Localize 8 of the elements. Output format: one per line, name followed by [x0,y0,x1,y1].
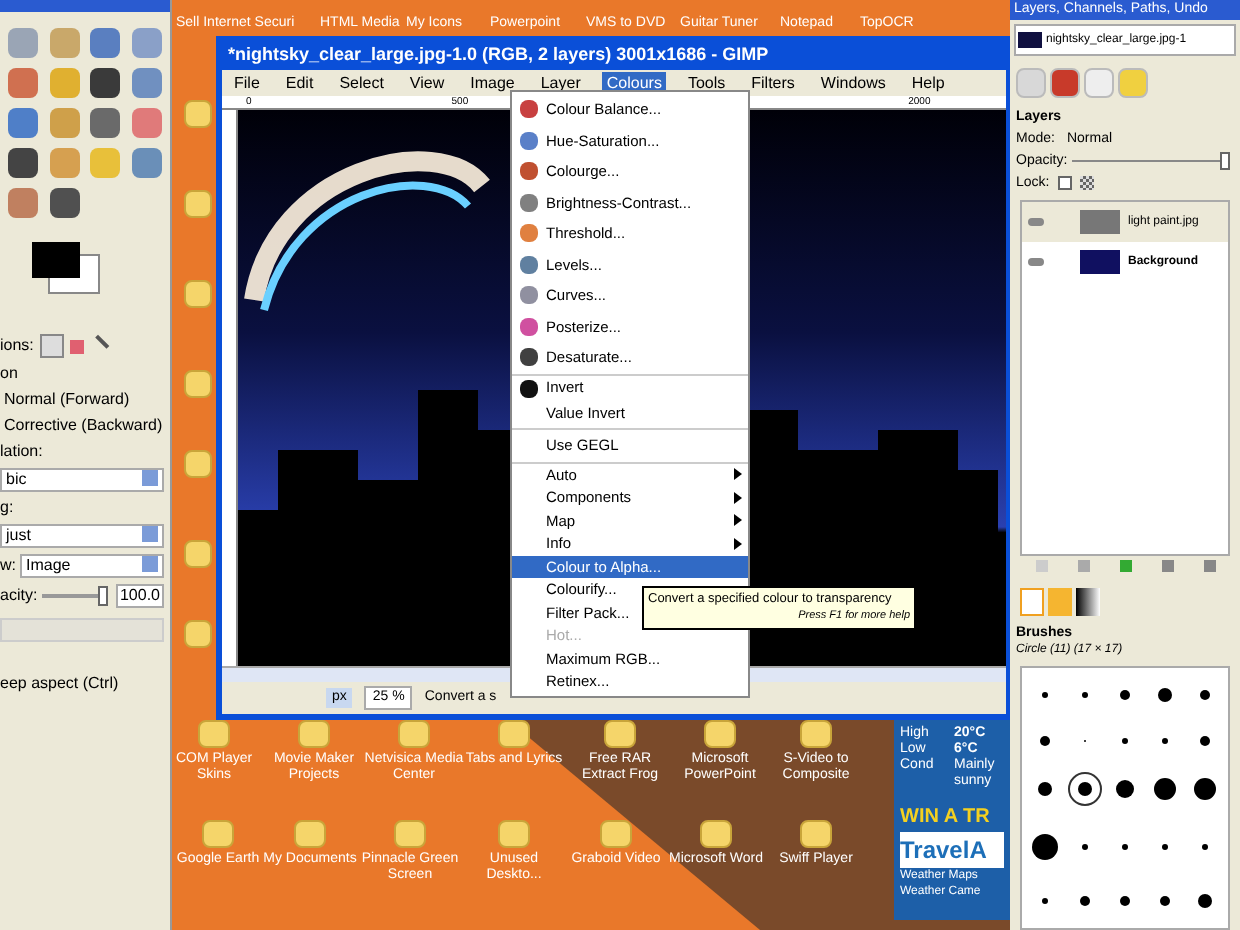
option-label: acity: [0,586,38,606]
option-label: g: [0,498,16,518]
option-label: w: [0,556,16,576]
option-label: on [0,364,20,384]
keep-aspect-label: eep aspect (Ctrl) [0,674,121,694]
option-label: ions: [0,336,34,356]
window-title: *nightsky_clear_large.jpg-1.0 (RGB, 2 layers) 3001x1686 - GIMP [228,42,769,69]
option-label: lation: [0,442,45,462]
